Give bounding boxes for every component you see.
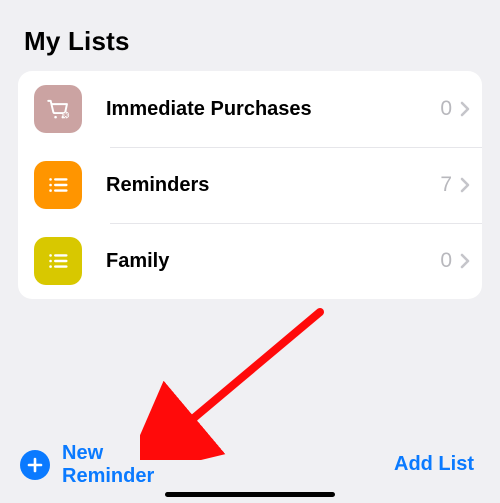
list-bullet-icon: [34, 237, 82, 285]
plus-circle-icon: [20, 450, 50, 480]
lists-card: Immediate Purchases 0 Reminders 7: [18, 71, 482, 299]
add-list-button[interactable]: Add List: [394, 453, 474, 476]
list-row[interactable]: Reminders 7: [18, 147, 482, 223]
list-count: 0: [440, 249, 452, 273]
list-row[interactable]: Immediate Purchases 0: [18, 71, 482, 147]
home-indicator[interactable]: [165, 492, 335, 497]
list-count: 0: [440, 97, 452, 121]
bottom-toolbar: New Reminder Add List: [0, 442, 500, 487]
chevron-right-icon: [460, 177, 470, 193]
list-label: Family: [106, 250, 440, 273]
list-bullet-icon: [34, 161, 82, 209]
new-reminder-label: New Reminder: [62, 442, 154, 487]
list-label: Immediate Purchases: [106, 98, 440, 121]
list-label: Reminders: [106, 174, 440, 197]
section-title: My Lists: [0, 0, 500, 71]
list-row[interactable]: Family 0: [18, 223, 482, 299]
cart-gear-icon: [34, 85, 82, 133]
chevron-right-icon: [460, 253, 470, 269]
annotation-arrow: [140, 300, 340, 460]
chevron-right-icon: [460, 101, 470, 117]
new-reminder-button[interactable]: New Reminder: [20, 442, 154, 487]
list-count: 7: [440, 173, 452, 197]
